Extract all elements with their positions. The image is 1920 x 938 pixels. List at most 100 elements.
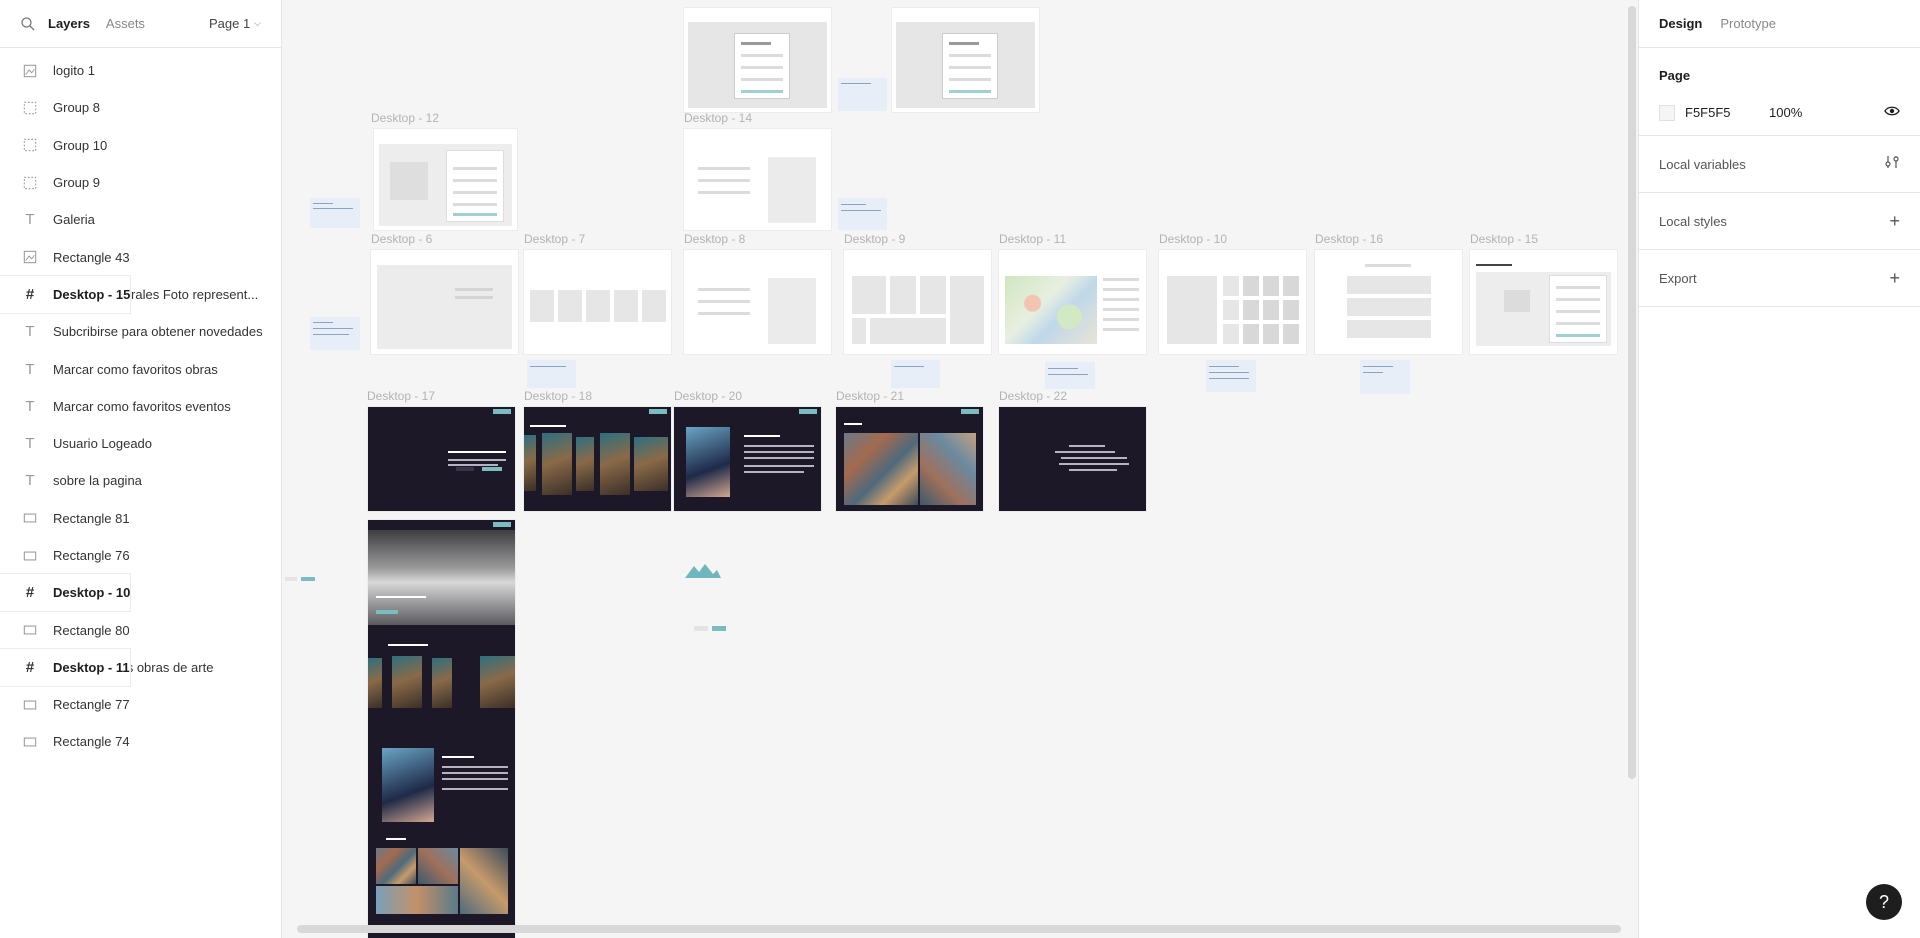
frame-desktop-12[interactable] — [374, 129, 517, 230]
frame-label-desktop-17[interactable]: Desktop - 17 — [367, 389, 435, 403]
frame-desktop-8[interactable] — [684, 250, 831, 354]
local-styles-section[interactable]: Local styles + — [1639, 193, 1920, 250]
layer-label: Subcribirse para obtener novedades — [53, 324, 263, 340]
frame-desktop-6[interactable] — [371, 250, 518, 354]
layer-row[interactable]: # Desktop - 11 — [0, 648, 130, 687]
frame-desktop-21[interactable] — [836, 407, 983, 511]
frame-desktop-10[interactable] — [1159, 250, 1306, 354]
plus-icon[interactable]: + — [1889, 211, 1900, 232]
layer-row[interactable]: Rectangle 81 — [0, 500, 281, 537]
text-icon: T — [25, 472, 35, 490]
frame-desktop-9[interactable] — [844, 250, 991, 354]
sticky-note[interactable] — [527, 360, 576, 388]
frame-label-desktop-21[interactable]: Desktop - 21 — [836, 389, 904, 403]
frame-label-desktop-14[interactable]: Desktop - 14 — [684, 111, 752, 125]
local-variables-section[interactable]: Local variables — [1639, 136, 1920, 193]
layer-row[interactable]: Group 8 — [0, 89, 281, 126]
search-icon[interactable] — [20, 16, 36, 32]
frame-label-desktop-12[interactable]: Desktop - 12 — [371, 111, 439, 125]
frame-desktop-11[interactable] — [999, 250, 1146, 354]
layer-label: Desktop - 10 — [53, 585, 131, 601]
frame-label-desktop-8[interactable]: Desktop - 8 — [684, 232, 745, 246]
layer-row[interactable]: # Desktop - 10 — [0, 574, 131, 612]
layer-row[interactable]: T Marcar como favoritos eventos — [0, 388, 281, 425]
frame-desktop-15[interactable] — [1470, 250, 1617, 354]
layer-row[interactable]: # Desktop - 15 — [0, 275, 131, 314]
sticky-note[interactable] — [310, 317, 360, 350]
frame-label-desktop-9[interactable]: Desktop - 9 — [844, 232, 905, 246]
layer-row[interactable]: Rectangle 77 — [0, 686, 281, 723]
layer-row[interactable]: Tsobre la pagina — [0, 462, 281, 499]
sticky-note[interactable] — [1360, 360, 1410, 394]
text-icon: T — [25, 360, 35, 378]
frame-desktop-22[interactable] — [999, 407, 1146, 511]
frame-desktop-7[interactable] — [524, 250, 671, 354]
frame-label-desktop-18[interactable]: Desktop - 18 — [524, 389, 592, 403]
page-selector-label: Page 1 — [208, 16, 251, 31]
layer-label: Rectangle 76 — [53, 548, 130, 563]
frame-icon: # — [25, 285, 35, 303]
frame-label-desktop-10[interactable]: Desktop - 10 — [1159, 232, 1227, 246]
frame-top-a[interactable] — [684, 8, 831, 112]
layer-row[interactable]: Rectangle 43 — [0, 238, 281, 275]
eye-icon[interactable] — [1884, 103, 1900, 122]
tab-prototype[interactable]: Prototype — [1720, 16, 1776, 31]
frame-desktop-16[interactable] — [1315, 250, 1462, 354]
frame-label-desktop-11[interactable]: Desktop - 11 — [999, 232, 1066, 246]
frame-label-desktop-20[interactable]: Desktop - 20 — [674, 389, 742, 403]
export-section[interactable]: Export + — [1639, 250, 1920, 307]
frame-desktop-18[interactable] — [524, 407, 671, 511]
layer-row[interactable]: Group 10 — [0, 127, 281, 164]
mountain-logo[interactable] — [685, 562, 721, 580]
mountain-icon — [685, 564, 721, 578]
tab-assets[interactable]: Assets — [106, 16, 145, 31]
frame-desktop-14[interactable] — [684, 129, 831, 230]
layer-row[interactable]: Rectangle 76 — [0, 537, 281, 574]
frame-desktop-tall[interactable] — [368, 520, 515, 938]
frame-label-desktop-15[interactable]: Desktop - 15 — [1470, 232, 1538, 246]
frame-label-desktop-7[interactable]: Desktop - 7 — [524, 232, 585, 246]
layer-row[interactable]: Rectangle 74 — [0, 723, 281, 760]
frame-desktop-20[interactable] — [674, 407, 821, 511]
frame-top-b[interactable] — [892, 8, 1039, 112]
layer-row[interactable]: T Galeria — [0, 201, 281, 238]
group-icon — [22, 137, 38, 153]
layer-label: Rectangle 80 — [53, 622, 130, 638]
small-buttons[interactable] — [694, 626, 726, 632]
sticky-note[interactable] — [1206, 360, 1256, 392]
image-icon — [22, 63, 38, 79]
page-opacity-input[interactable]: 100% — [1769, 105, 1802, 120]
frame-label-desktop-22[interactable]: Desktop - 22 — [999, 389, 1067, 403]
layer-row[interactable]: Group 9 — [0, 164, 281, 201]
layers-panel: Layers Assets Page 1 ⌵ logito 1 Group 8 Gr… — [0, 0, 282, 938]
sticky-note[interactable] — [891, 360, 940, 388]
frame-desktop-17[interactable] — [368, 407, 515, 511]
page-selector[interactable]: Page 1 ⌵ — [209, 16, 261, 31]
frame-label-desktop-6[interactable]: Desktop - 6 — [371, 232, 432, 246]
small-buttons[interactable] — [285, 577, 315, 583]
vertical-scrollbar[interactable] — [1628, 6, 1636, 779]
page-color-swatch[interactable] — [1659, 104, 1675, 121]
sliders-icon[interactable] — [1884, 154, 1900, 175]
sticky-note[interactable] — [838, 78, 887, 111]
layer-row[interactable]: T Subcribirse para obtener novedades — [0, 313, 281, 350]
layer-row[interactable]: T Usuario Logeado — [0, 425, 281, 462]
rectangle-icon — [22, 734, 38, 750]
design-panel: Design Prototype Page F5F5F5 100% Local … — [1638, 0, 1920, 938]
text-icon: T — [25, 211, 35, 229]
help-button[interactable]: ? — [1866, 884, 1902, 920]
horizontal-scrollbar[interactable] — [297, 925, 1621, 933]
sticky-note[interactable] — [1045, 362, 1095, 389]
tab-design[interactable]: Design — [1659, 16, 1702, 31]
sticky-note[interactable] — [838, 198, 887, 230]
frame-label-desktop-16[interactable]: Desktop - 16 — [1315, 232, 1383, 246]
rectangle-icon — [22, 510, 38, 526]
page-color-hex-input[interactable]: F5F5F5 — [1685, 105, 1759, 120]
sticky-note[interactable] — [310, 198, 360, 228]
plus-icon[interactable]: + — [1889, 268, 1900, 289]
layer-row[interactable]: T Marcar como favoritos obras — [0, 350, 281, 387]
layer-row[interactable]: Rectangle 80 — [0, 611, 281, 648]
design-canvas[interactable]: Desktop - 12 Desktop - 14 Desktop - 6 De… — [283, 0, 1638, 938]
layer-row[interactable]: logito 1 — [0, 52, 281, 89]
tab-layers[interactable]: Layers — [48, 16, 90, 31]
